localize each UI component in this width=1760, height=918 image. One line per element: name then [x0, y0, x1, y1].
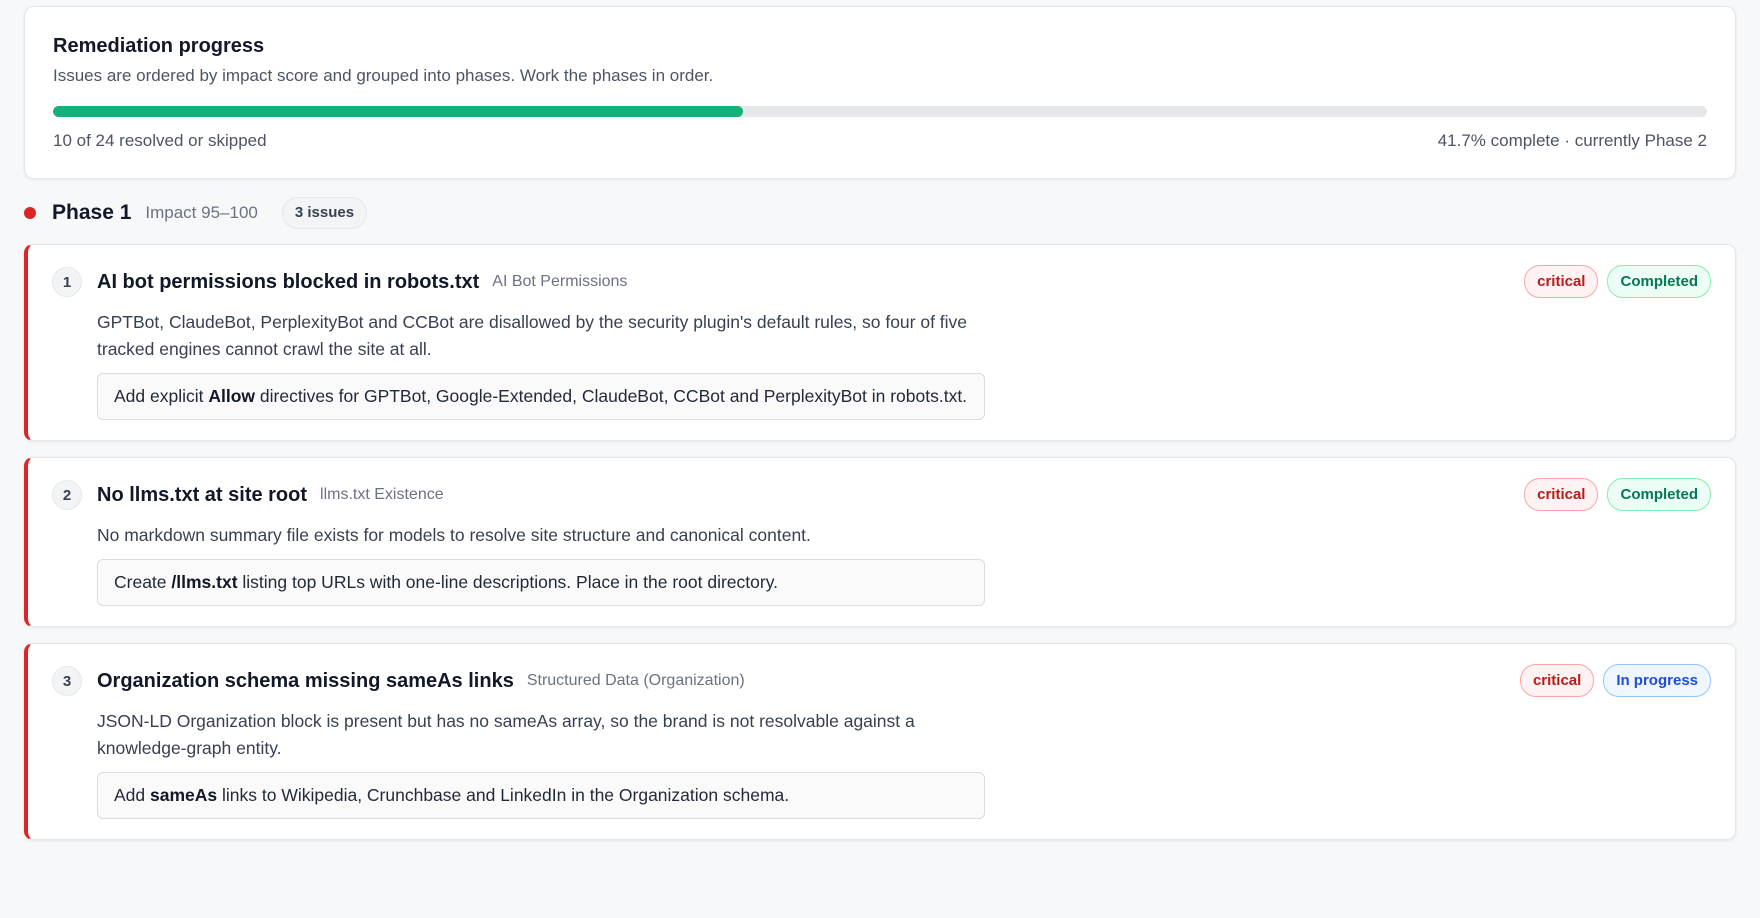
issue-card[interactable]: 1 AI bot permissions blocked in robots.t…	[24, 244, 1736, 441]
phase-impact-range: Impact 95–100	[145, 203, 258, 222]
issue-category: llms.txt Existence	[320, 486, 444, 503]
fix-text: Add explicit	[114, 386, 209, 406]
fix-text: Add	[114, 785, 150, 805]
phase-issue-count-badge: 3 issues	[281, 197, 368, 229]
fix-text: links to Wikipedia, Crunchbase and Linke…	[217, 785, 790, 805]
issue-number: 1	[52, 267, 82, 297]
issue-description: No markdown summary file exists for mode…	[97, 525, 811, 545]
issue-title: Organization schema missing sameAs links	[97, 669, 514, 692]
phase-title: Phase 1	[52, 201, 132, 224]
issue-fix-box: Add explicit Allow directives for GPTBot…	[97, 373, 985, 420]
issue-fix-box: Create /llms.txt listing top URLs with o…	[97, 559, 985, 606]
fix-keyword: sameAs	[150, 785, 218, 805]
issue-title: AI bot permissions blocked in robots.txt	[97, 270, 480, 293]
fix-keyword: Allow	[208, 386, 256, 406]
issue-description: GPTBot, ClaudeBot, PerplexityBot and CCB…	[97, 312, 968, 359]
issue-title: No llms.txt at site root	[97, 483, 308, 506]
progress-resolved-count: 10 of 24 resolved or skipped	[53, 131, 267, 150]
severity-badge: critical	[1524, 478, 1599, 511]
progress-card: Remediation progress Issues are ordered …	[24, 6, 1736, 179]
phase-header: Phase 1 Impact 95–100 3 issues	[24, 189, 1736, 237]
issue-fix-box: Add sameAs links to Wikipedia, Crunchbas…	[97, 772, 985, 819]
issue-category: Structured Data (Organization)	[526, 672, 745, 689]
status-badge[interactable]: In progress	[1603, 664, 1711, 697]
issue-card[interactable]: 2 No llms.txt at site root llms.txt Exis…	[24, 457, 1736, 627]
progress-percent-status: 41.7% complete · currently Phase 2	[1437, 131, 1707, 150]
issue-card[interactable]: 3 Organization schema missing sameAs lin…	[24, 643, 1736, 840]
issue-description: JSON-LD Organization block is present bu…	[97, 711, 915, 758]
progress-title: Remediation progress	[53, 35, 265, 57]
severity-badge: critical	[1524, 265, 1599, 298]
progress-bar	[53, 106, 1707, 117]
fix-text: Create	[114, 572, 172, 592]
status-badge[interactable]: Completed	[1607, 478, 1711, 511]
issue-number: 2	[52, 480, 82, 510]
status-badge[interactable]: Completed	[1607, 265, 1711, 298]
fix-text: directives for GPTBot, Google-Extended, …	[255, 386, 968, 406]
progress-bar-fill	[53, 106, 743, 117]
issue-number: 3	[52, 666, 82, 696]
phase-status-dot-icon	[24, 207, 36, 219]
fix-text: listing top URLs with one-line descripti…	[237, 572, 779, 592]
fix-keyword: /llms.txt	[171, 572, 238, 592]
progress-subtitle: Issues are ordered by impact score and g…	[53, 66, 714, 85]
remediation-panel: Remediation progress Issues are ordered …	[24, 6, 1736, 840]
issue-category: AI Bot Permissions	[492, 273, 628, 290]
severity-badge: critical	[1519, 664, 1595, 697]
